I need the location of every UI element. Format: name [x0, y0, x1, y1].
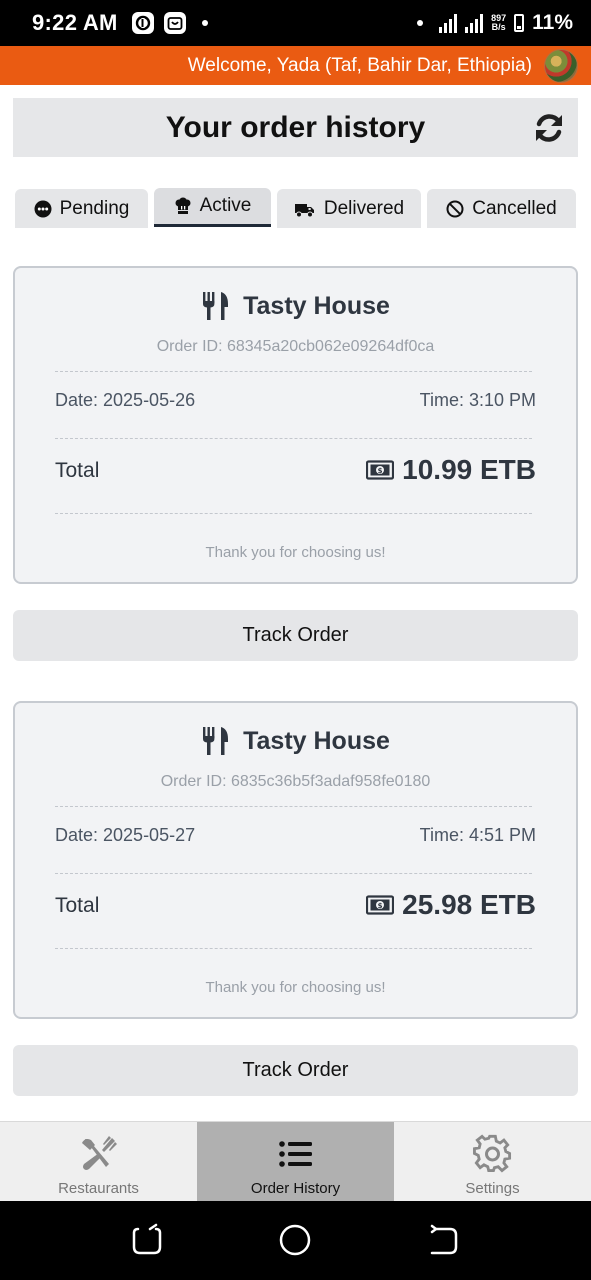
- page-title: Your order history: [165, 110, 426, 144]
- dots-circle-icon: [34, 200, 52, 217]
- tab-pending[interactable]: Pending: [15, 189, 148, 228]
- tab-label: Delivered: [323, 197, 405, 219]
- list-icon: [278, 1141, 312, 1167]
- welcome-text: Welcome, Yada (Taf, Bahir Dar, Ethiopia): [187, 54, 532, 76]
- money-bill-icon: $: [366, 460, 395, 480]
- app-notification-icon: [131, 12, 154, 34]
- nav-label: Settings: [465, 1180, 520, 1197]
- gear-icon: [472, 1134, 511, 1173]
- thank-you-text: Thank you for choosing us!: [205, 979, 386, 996]
- tab-label: Cancelled: [472, 197, 557, 219]
- divider: [55, 513, 532, 514]
- recent-apps-icon[interactable]: [130, 1223, 164, 1257]
- utensils-icon: [203, 292, 229, 320]
- track-order-button[interactable]: Track Order: [13, 1045, 578, 1096]
- avatar[interactable]: [544, 48, 578, 83]
- track-order-button[interactable]: Track Order: [13, 610, 578, 661]
- order-time: Time: 3:10 PM: [419, 390, 536, 410]
- order-date: Date: 2025-05-27: [55, 825, 196, 845]
- net-speed-unit: B/s: [491, 22, 506, 32]
- nav-label: Restaurants: [58, 1180, 139, 1197]
- status-time: 9:22 AM: [32, 10, 118, 35]
- tab-cancelled[interactable]: Cancelled: [427, 189, 576, 228]
- utensils-icon: [203, 727, 229, 755]
- notification-dot-icon: [417, 20, 424, 26]
- money-bill-icon: $: [366, 895, 395, 915]
- restaurant-name: Tasty House: [243, 726, 390, 755]
- nav-order-history[interactable]: Order History: [197, 1122, 394, 1202]
- total-label: Total: [55, 459, 100, 482]
- svg-text:$: $: [378, 902, 383, 910]
- truck-icon: [294, 203, 314, 217]
- order-total: 10.99 ETB: [402, 454, 536, 485]
- shopping-bag-icon: [163, 12, 186, 34]
- battery-level: 11%: [532, 11, 573, 34]
- order-date: Date: 2025-05-26: [55, 390, 196, 410]
- nav-settings[interactable]: Settings: [394, 1122, 591, 1202]
- tab-label: Active: [199, 195, 252, 216]
- order-id: Order ID: 6835c36b5f3adaf958fe0180: [160, 773, 431, 790]
- order-status-tabs: Pending Active Delivered Cancelled: [15, 188, 577, 230]
- status-bar: 9:22 AM 897 B/s 11%: [0, 0, 591, 46]
- bottom-nav: Restaurants Order History Settings: [0, 1121, 591, 1202]
- signal-icon: [439, 13, 458, 33]
- notification-dot-icon: [201, 20, 208, 26]
- divider: [55, 948, 532, 949]
- tab-delivered[interactable]: Delivered: [277, 189, 421, 228]
- net-speed: 897 B/s: [491, 14, 506, 32]
- home-icon[interactable]: [278, 1223, 312, 1257]
- chef-hat-icon: [175, 197, 191, 214]
- restaurant-name: Tasty House: [243, 291, 390, 320]
- total-label: Total: [55, 894, 100, 917]
- system-nav-bar: [0, 1201, 591, 1280]
- divider: [55, 371, 532, 372]
- page-header: Your order history: [13, 98, 578, 157]
- divider: [55, 806, 532, 807]
- order-time: Time: 4:51 PM: [419, 825, 536, 845]
- refresh-icon[interactable]: [532, 111, 566, 145]
- order-card: Tasty House Order ID: 6835c36b5f3adaf958…: [13, 701, 578, 1019]
- battery-icon: [514, 14, 525, 32]
- tab-active[interactable]: Active: [154, 188, 271, 227]
- order-card: Tasty House Order ID: 68345a20cb062e0926…: [13, 266, 578, 584]
- order-total: 25.98 ETB: [402, 889, 536, 920]
- nav-label: Order History: [250, 1180, 341, 1197]
- utensils-crossed-icon: [81, 1136, 117, 1170]
- nav-restaurants[interactable]: Restaurants: [0, 1122, 197, 1202]
- ban-icon: [446, 200, 464, 217]
- divider: [55, 873, 532, 874]
- welcome-bar: Welcome, Yada (Taf, Bahir Dar, Ethiopia): [0, 46, 591, 85]
- back-icon[interactable]: [426, 1223, 460, 1257]
- thank-you-text: Thank you for choosing us!: [205, 544, 386, 561]
- svg-text:$: $: [378, 467, 383, 475]
- signal-icon: [465, 13, 484, 33]
- order-id: Order ID: 68345a20cb062e09264df0ca: [156, 338, 435, 355]
- divider: [55, 438, 532, 439]
- tab-label: Pending: [59, 197, 130, 219]
